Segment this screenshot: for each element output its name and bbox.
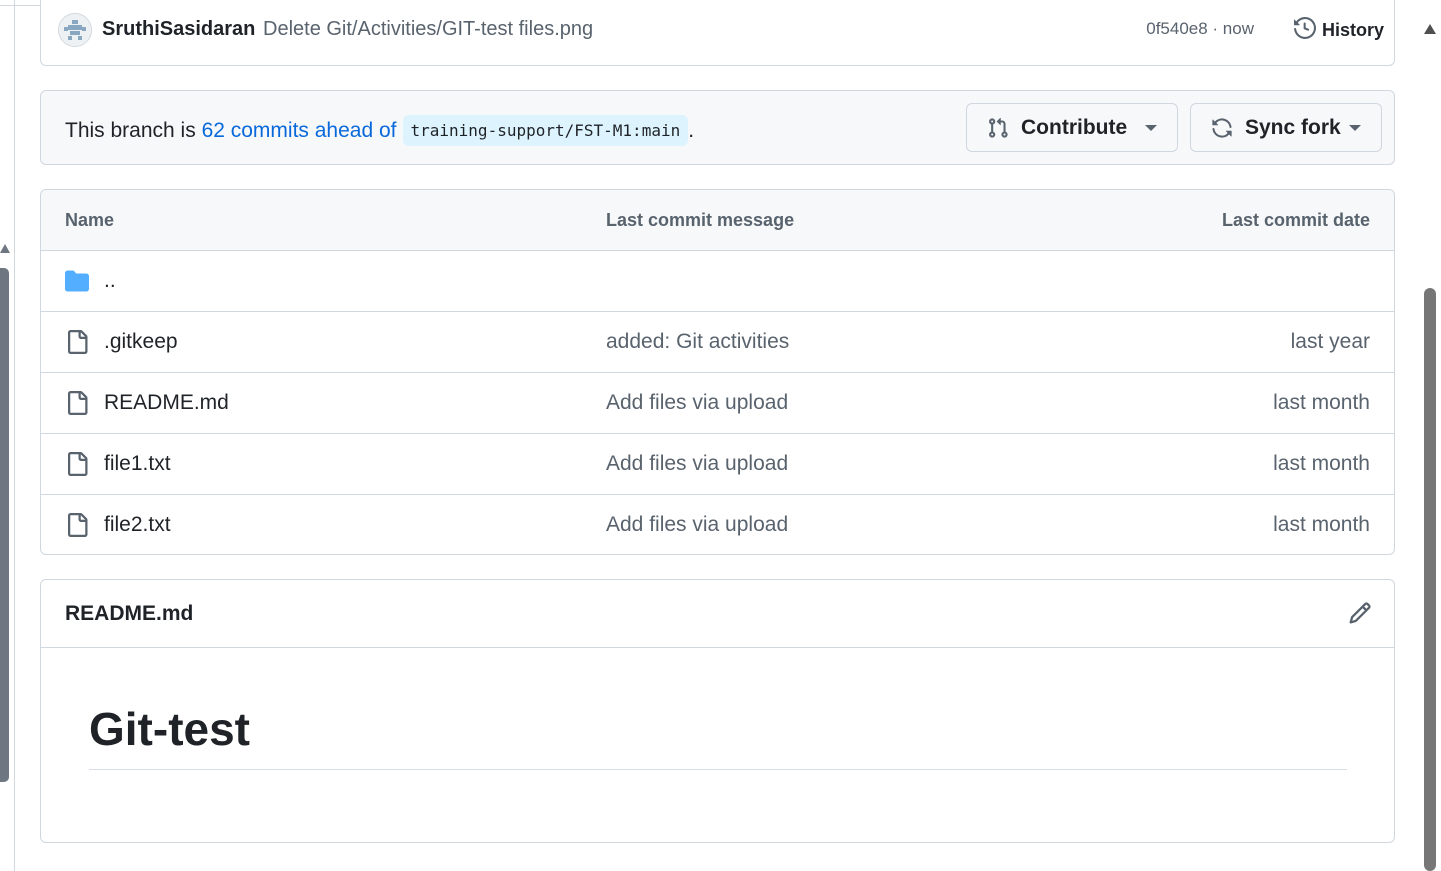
sync-icon (1211, 117, 1233, 139)
commits-ahead-link[interactable]: 62 commits ahead of (202, 119, 397, 143)
chevron-down-icon (1145, 124, 1157, 131)
column-header-message: Last commit message (606, 210, 795, 230)
parent-directory-row[interactable]: .. (41, 251, 1394, 312)
file-name-link[interactable]: .gitkeep (104, 330, 178, 354)
commit-sha-time[interactable]: 0f540e8 · now (1146, 19, 1254, 39)
readme-heading: Git-test (89, 703, 250, 755)
file-icon (65, 330, 89, 359)
avatar[interactable] (58, 13, 92, 47)
table-row[interactable]: file1.txt Add files via upload last mont… (41, 434, 1394, 495)
file-icon (65, 513, 89, 542)
branch-status-prefix: This branch is (65, 118, 202, 142)
commit-message-link[interactable]: added: Git activities (606, 330, 789, 354)
table-row[interactable]: .gitkeep added: Git activities last year (41, 312, 1394, 373)
branch-status-suffix: . (688, 118, 695, 142)
git-pull-request-icon (987, 117, 1009, 139)
file-name-link[interactable]: file2.txt (104, 513, 171, 537)
readme-title-link[interactable]: README.md (65, 602, 193, 626)
commit-date: last month (1273, 513, 1370, 536)
scroll-up-arrow[interactable] (1424, 24, 1436, 34)
upstream-branch-ref: training-support/FST-M1:main (402, 115, 689, 146)
commit-message-link[interactable]: Add files via upload (606, 391, 788, 415)
commit-date: last year (1290, 330, 1370, 353)
commit-date: last month (1273, 452, 1370, 475)
left-scrollbar-thumb[interactable] (0, 268, 9, 782)
readme-header: README.md (41, 580, 1394, 648)
branch-status-banner: This branch is 62 commits ahead of traini… (40, 90, 1395, 165)
file-table: Name Last commit message Last commit dat… (40, 189, 1395, 555)
commit-author-link[interactable]: SruthiSasidaran (102, 18, 255, 41)
page-scrollbar-thumb[interactable] (1424, 288, 1436, 871)
left-panel-border (14, 0, 15, 871)
column-header-date: Last commit date (1221, 210, 1370, 230)
table-row[interactable]: file2.txt Add files via upload last mont… (41, 495, 1394, 556)
contribute-button[interactable]: Contribute (966, 103, 1178, 152)
folder-icon (65, 269, 89, 298)
pencil-icon[interactable] (1348, 601, 1372, 630)
commit-message-link[interactable]: Delete Git/Activities/GIT-test files.png (263, 18, 593, 41)
left-scroll-up-arrow[interactable] (0, 244, 10, 253)
latest-commit-bar: SruthiSasidaran Delete Git/Activities/GI… (40, 0, 1395, 66)
file-name-link[interactable]: README.md (104, 391, 229, 415)
sync-fork-label: Sync fork (1245, 115, 1341, 139)
file-table-header: Name Last commit message Last commit dat… (41, 190, 1394, 251)
file-icon (65, 391, 89, 420)
contribute-label: Contribute (1021, 115, 1128, 139)
commit-message-link[interactable]: Add files via upload (606, 513, 788, 537)
column-header-name: Name (65, 210, 115, 230)
sync-fork-button[interactable]: Sync fork (1190, 103, 1382, 152)
parent-directory-link[interactable]: .. (104, 269, 116, 293)
branch-status-text: This branch is 62 commits ahead of traini… (65, 115, 694, 146)
file-name-link[interactable]: file1.txt (104, 452, 171, 476)
history-label: History (1321, 19, 1384, 40)
history-button[interactable]: History (1293, 14, 1384, 46)
file-icon (65, 452, 89, 481)
heading-divider (89, 769, 1347, 770)
readme-panel: README.md Git-test (40, 579, 1395, 843)
commit-message-link[interactable]: Add files via upload (606, 452, 788, 476)
history-icon (1293, 16, 1316, 44)
chevron-down-icon (1349, 124, 1361, 131)
commit-date: last month (1273, 391, 1370, 414)
table-row[interactable]: README.md Add files via upload last mont… (41, 373, 1394, 434)
